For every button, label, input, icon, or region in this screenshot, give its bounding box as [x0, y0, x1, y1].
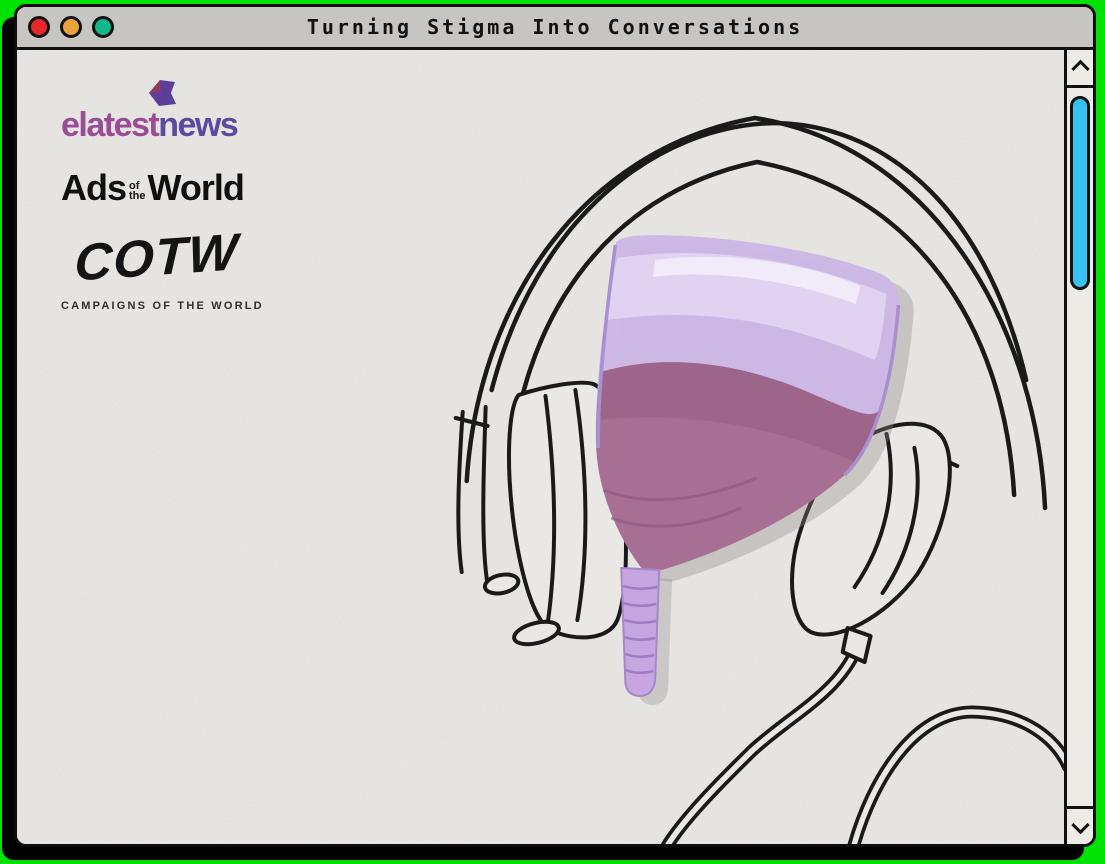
elatestnews-wordmark: elatestnews: [61, 108, 264, 142]
window-body: elatestnews Ads of the World COTW CAMPAI…: [17, 50, 1093, 844]
desktop: { "window": { "title": "Turning Stigma I…: [0, 0, 1105, 864]
scrollbar: [1064, 50, 1093, 844]
cotw-wordmark: COTW: [73, 223, 240, 293]
ads-of-the-world-logo: Ads of the World: [61, 170, 264, 206]
cotw-tagline: CAMPAIGNS OF THE WORLD: [61, 300, 264, 312]
flag-chevron-icon: [149, 80, 176, 106]
chevron-down-icon: [1070, 815, 1090, 835]
page-content: elatestnews Ads of the World COTW CAMPAI…: [17, 50, 1064, 844]
scroll-up-button[interactable]: [1067, 50, 1093, 88]
scroll-down-button[interactable]: [1067, 806, 1093, 844]
traffic-lights: [28, 16, 114, 38]
elatestnews-part1: elatest: [61, 106, 160, 144]
window-title: Turning Stigma Into Conversations: [306, 15, 804, 39]
aotw-word-the: the: [129, 190, 146, 202]
aotw-word-ads: Ads: [61, 167, 127, 208]
logo-stack: elatestnews Ads of the World COTW CAMPAI…: [61, 80, 264, 312]
zoom-button[interactable]: [92, 16, 114, 38]
cotw-logo: COTW CAMPAIGNS OF THE WORLD: [61, 223, 264, 312]
headphone-cable: [661, 631, 1064, 844]
app-window: Turning Stigma Into Conversations elates…: [14, 4, 1096, 847]
minimize-button[interactable]: [60, 16, 82, 38]
aotw-word-world: World: [147, 167, 245, 208]
window-titlebar[interactable]: Turning Stigma Into Conversations: [17, 7, 1093, 50]
scrollbar-track[interactable]: [1067, 88, 1093, 806]
aotw-of-the: of the: [129, 181, 146, 202]
chevron-up-icon: [1070, 59, 1090, 79]
elatestnews-part2: news: [158, 106, 239, 144]
scrollbar-thumb[interactable]: [1070, 96, 1090, 290]
close-button[interactable]: [28, 16, 50, 38]
elatestnews-logo: elatestnews: [61, 80, 264, 142]
